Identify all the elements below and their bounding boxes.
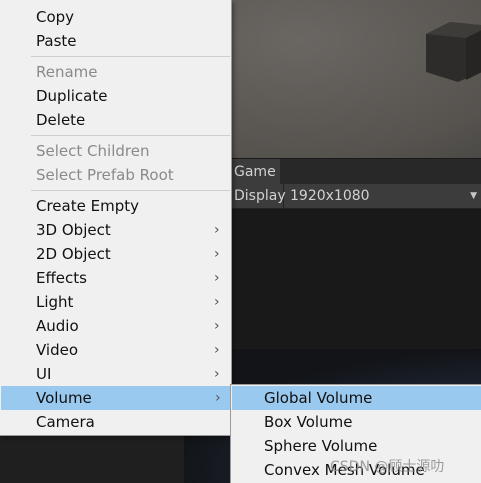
submenu-item-label: Sphere Volume — [264, 437, 378, 455]
menu-item-rename: Rename — [0, 60, 231, 84]
menu-item-duplicate[interactable]: Duplicate — [0, 84, 231, 108]
dropdown-arrow-icon: ▼ — [470, 191, 477, 201]
resolution-dropdown[interactable]: 1920x1080 ▼ — [286, 184, 481, 208]
menu-item-label: Light — [36, 293, 74, 311]
menu-item-label: 3D Object — [36, 221, 111, 239]
chevron-right-icon: › — [214, 318, 220, 334]
menu-item-label: Create Empty — [36, 197, 139, 215]
menu-separator — [31, 56, 230, 57]
submenu-item-box-volume[interactable]: Box Volume — [231, 410, 481, 434]
submenu-item-label: Global Volume — [264, 389, 373, 407]
menu-item-label: Copy — [36, 8, 75, 26]
menu-item-label: Volume — [36, 389, 92, 407]
menu-item-label: Paste — [36, 32, 77, 50]
chevron-right-icon: › — [214, 270, 220, 286]
submenu-item-global-volume[interactable]: Global Volume — [232, 386, 481, 410]
menu-item-camera[interactable]: Camera — [0, 410, 231, 434]
menu-item-label: Select Prefab Root — [36, 166, 174, 184]
chevron-right-icon: › — [214, 222, 220, 238]
menu-item-label: Duplicate — [36, 87, 108, 105]
menu-separator — [31, 135, 230, 136]
menu-item-label: Audio — [36, 317, 79, 335]
menu-item-label: UI — [36, 365, 52, 383]
menu-item-copy[interactable]: Copy — [0, 5, 231, 29]
menu-item-effects[interactable]: Effects › — [0, 266, 231, 290]
submenu-item-sphere-volume[interactable]: Sphere Volume — [231, 434, 481, 458]
chevron-right-icon: › — [214, 294, 220, 310]
menu-item-delete[interactable]: Delete — [0, 108, 231, 132]
menu-item-label: Rename — [36, 63, 98, 81]
chevron-right-icon: › — [215, 390, 221, 406]
menu-item-audio[interactable]: Audio › — [0, 314, 231, 338]
resolution-dropdown-label: 1920x1080 — [290, 188, 370, 204]
menu-item-label: 2D Object — [36, 245, 111, 263]
menu-item-label: Camera — [36, 413, 95, 431]
menu-item-light[interactable]: Light › — [0, 290, 231, 314]
menu-item-ui[interactable]: UI › — [0, 362, 231, 386]
menu-item-3d-object[interactable]: 3D Object › — [0, 218, 231, 242]
menu-item-volume[interactable]: Volume › — [1, 386, 230, 410]
menu-item-video[interactable]: Video › — [0, 338, 231, 362]
menu-item-label: Delete — [36, 111, 86, 129]
menu-separator — [31, 190, 230, 191]
menu-item-create-empty[interactable]: Create Empty — [0, 194, 231, 218]
cube-object[interactable] — [420, 20, 481, 82]
chevron-right-icon: › — [214, 366, 220, 382]
menu-item-select-prefab-root: Select Prefab Root — [0, 163, 231, 187]
submenu-item-label: Box Volume — [264, 413, 353, 431]
menu-item-paste[interactable]: Paste — [0, 29, 231, 53]
chevron-right-icon: › — [214, 246, 220, 262]
menu-item-label: Video — [36, 341, 79, 359]
chevron-right-icon: › — [214, 342, 220, 358]
menu-item-select-children: Select Children — [0, 139, 231, 163]
menu-item-label: Select Children — [36, 142, 150, 160]
menu-item-label: Effects — [36, 269, 87, 287]
watermark-text: CSDN @顾士源叻 — [330, 459, 445, 475]
context-menu: Copy Paste Rename Duplicate Delete Selec… — [0, 0, 232, 436]
menu-item-2d-object[interactable]: 2D Object › — [0, 242, 231, 266]
